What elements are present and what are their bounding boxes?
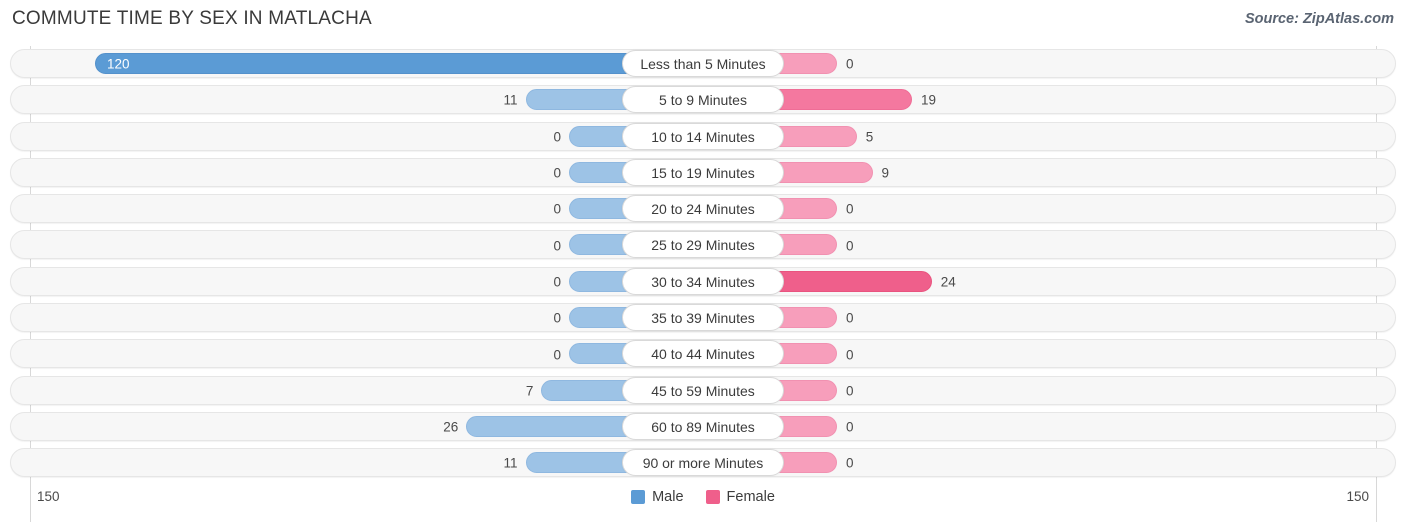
chart-row: 0 0 35 to 39 Minutes (0, 300, 1406, 336)
category-label: 90 or more Minutes (622, 449, 784, 477)
chart-row: 7 0 45 to 59 Minutes (0, 373, 1406, 409)
page-title: COMMUTE TIME BY SEX IN MATLACHA (12, 8, 372, 29)
bar-male[interactable] (525, 452, 636, 474)
legend-label: Female (726, 489, 775, 505)
chart-row: 120 0 Less than 5 Minutes (0, 46, 1406, 82)
category-label: 60 to 89 Minutes (622, 412, 784, 440)
bar-value-female: 0 (846, 419, 854, 435)
category-label: 20 to 24 Minutes (622, 195, 784, 223)
bar-value-male: 120 (107, 56, 130, 71)
bar-value-male: 11 (503, 455, 518, 471)
bar-value-female: 0 (846, 238, 854, 254)
bar-value-male: 0 (553, 238, 561, 254)
bar-value-female: 5 (865, 129, 874, 145)
chart-row: 0 24 30 to 34 Minutes (0, 264, 1406, 300)
bar-value-male: 0 (553, 165, 561, 181)
category-label: 15 to 19 Minutes (622, 158, 784, 186)
bar-value-male: 0 (553, 201, 561, 217)
chart-row: 0 5 10 to 14 Minutes (0, 119, 1406, 155)
legend-item-female[interactable]: Female (705, 489, 775, 505)
legend-label: Male (652, 489, 684, 505)
bar-male[interactable] (525, 89, 636, 111)
chart-row: 26 0 60 to 89 Minutes (0, 409, 1406, 445)
chart-footer: 150 150 Male Female (0, 485, 1406, 523)
bar-female[interactable] (770, 270, 932, 292)
bar-male[interactable]: 120 (95, 53, 636, 74)
category-label: 35 to 39 Minutes (622, 304, 784, 332)
chart-row: 11 0 90 or more Minutes (0, 445, 1406, 481)
category-label: 10 to 14 Minutes (622, 122, 784, 150)
legend-swatch-icon (631, 490, 646, 504)
category-label: Less than 5 Minutes (622, 50, 784, 77)
chart-row: 11 19 5 to 9 Minutes (0, 82, 1406, 118)
chart-plot-area: 120 0 Less than 5 Minutes 11 19 5 to 9 Minute… (0, 46, 1406, 522)
bar-value-female: 0 (846, 56, 854, 72)
bar-value-male: 0 (553, 274, 561, 290)
legend-item-male[interactable]: Male (631, 489, 684, 505)
chart-header: COMMUTE TIME BY SEX IN MATLACHA Source: … (0, 0, 1406, 38)
bar-value-female: 0 (846, 347, 854, 363)
bar-value-female: 24 (940, 274, 956, 290)
bar-value-female: 19 (921, 92, 937, 108)
bar-value-female: 0 (846, 455, 854, 471)
bar-value-female: 0 (846, 201, 854, 217)
bar-value-female: 9 (881, 165, 890, 181)
category-label: 45 to 59 Minutes (622, 376, 784, 404)
bar-value-female: 0 (846, 310, 854, 326)
bar-value-male: 0 (553, 347, 561, 363)
bar-value-female: 0 (846, 383, 854, 399)
category-label: 25 to 29 Minutes (622, 231, 784, 259)
chart-row: 0 0 25 to 29 Minutes (0, 227, 1406, 263)
bar-value-male: 0 (553, 310, 561, 326)
bar-value-male: 0 (553, 129, 561, 145)
source-attribution: Source: ZipAtlas.com (1244, 11, 1394, 27)
chart-row: 0 0 20 to 24 Minutes (0, 191, 1406, 227)
bar-male[interactable] (466, 415, 636, 437)
category-label: 30 to 34 Minutes (622, 267, 784, 295)
category-label: 5 to 9 Minutes (622, 86, 784, 114)
chart-row: 0 9 15 to 19 Minutes (0, 155, 1406, 191)
chart-legend: Male Female (0, 489, 1406, 505)
category-label: 40 to 44 Minutes (622, 340, 784, 368)
bar-female[interactable] (770, 161, 873, 183)
legend-swatch-icon (705, 490, 720, 504)
chart-row: 0 0 40 to 44 Minutes (0, 336, 1406, 372)
bar-female[interactable] (770, 89, 913, 111)
bar-value-male: 11 (503, 92, 518, 108)
bar-value-male: 26 (443, 419, 459, 435)
chart-rows: 120 0 Less than 5 Minutes 11 19 5 to 9 Minute… (0, 46, 1406, 482)
bar-value-male: 7 (525, 383, 534, 399)
